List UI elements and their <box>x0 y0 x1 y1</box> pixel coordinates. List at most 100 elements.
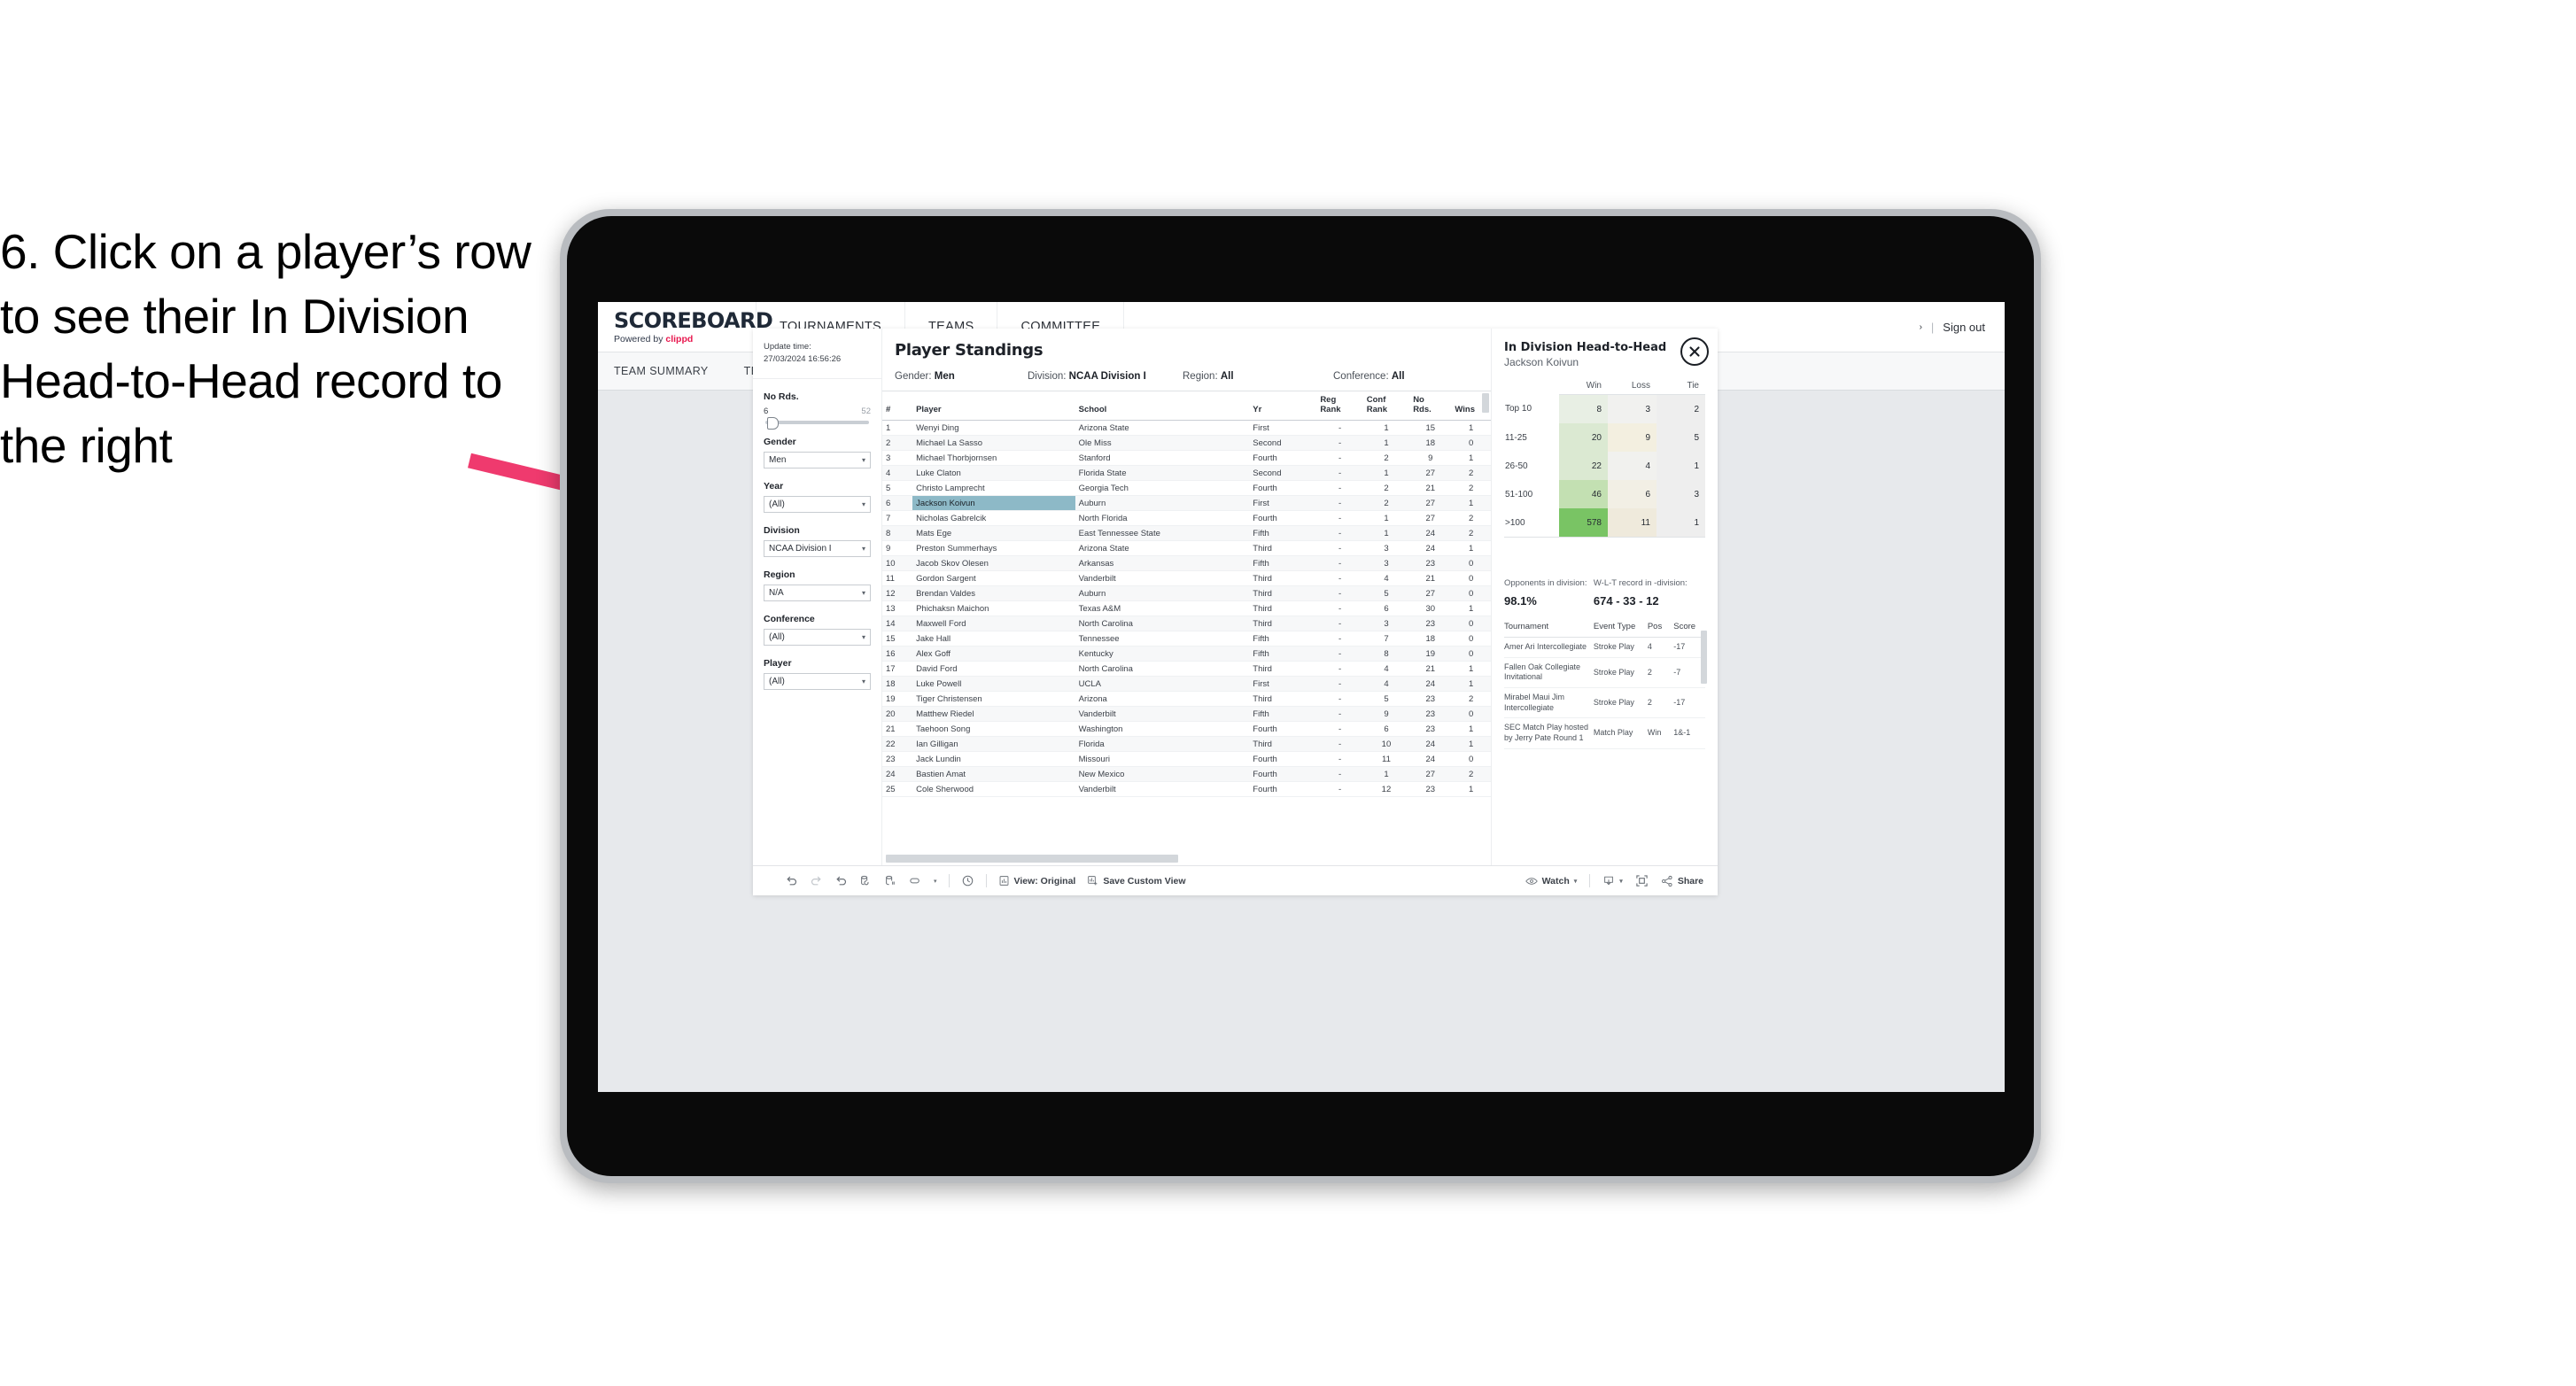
th-school[interactable]: School <box>1075 391 1250 421</box>
cell-school: North Carolina <box>1075 661 1250 677</box>
cell-wins: 0 <box>1451 435 1491 451</box>
table-row[interactable]: 23 Jack Lundin Missouri Fourth -11 24 0 <box>882 751 1491 767</box>
instruction-text: 6. Click on a player’s row to see their … <box>0 224 531 474</box>
conference-select[interactable]: (All) ▾ <box>764 628 871 646</box>
table-row[interactable]: 5 Christo Lamprecht Georgia Tech Fourth -2 21… <box>882 480 1491 496</box>
toolbar-divider <box>1589 874 1591 887</box>
cell-school: Arizona State <box>1075 540 1250 556</box>
h2h-player-name: Jackson Koivun <box>1504 356 1579 368</box>
table-row[interactable]: 25 Cole Sherwood Vanderbilt Fourth -12 23 1 <box>882 781 1491 797</box>
cell-reg: - <box>1316 510 1363 526</box>
cell-player: David Ford <box>912 661 1075 677</box>
download-button[interactable]: ▾ <box>1602 875 1623 887</box>
horizontal-scrollbar[interactable] <box>886 855 1178 863</box>
table-row[interactable]: 24 Bastien Amat New Mexico Fourth -1 27 2 <box>882 766 1491 782</box>
cell-yr: Fourth <box>1249 450 1317 466</box>
save-custom-view-label: Save Custom View <box>1103 875 1186 887</box>
th-reg-rank[interactable]: Reg Rank <box>1316 391 1363 421</box>
table-row[interactable]: 3 Michael Thorbjornsen Stanford Fourth -2 9 1 <box>882 450 1491 466</box>
table-row[interactable]: 19 Tiger Christensen Arizona Third -5 23 2 <box>882 691 1491 707</box>
chevron-right-icon[interactable]: › <box>1920 322 1922 332</box>
cell-num: 1 <box>882 420 913 436</box>
save-custom-view-button[interactable]: Save Custom View <box>1087 875 1186 887</box>
cell-school: East Tennessee State <box>1075 525 1250 541</box>
th-conf-rank[interactable]: Conf Rank <box>1362 391 1410 421</box>
table-row[interactable]: 11 Gordon Sargent Vanderbilt Third -4 21 0 <box>882 570 1491 586</box>
close-icon[interactable] <box>1680 337 1709 366</box>
cell-rds: 23 <box>1409 721 1452 737</box>
cell-num: 25 <box>882 781 913 797</box>
division-select[interactable]: NCAA Division I ▾ <box>764 539 871 557</box>
tournament-row[interactable]: Fallen Oak Collegiate Invitational Stroke… <box>1504 657 1705 689</box>
h2h-band-label: 51-100 <box>1504 480 1559 508</box>
summary-gender-label: Gender: <box>895 371 932 382</box>
table-row[interactable]: 20 Matthew Riedel Vanderbilt Fifth -9 23 0 <box>882 706 1491 722</box>
table-row[interactable]: 2 Michael La Sasso Ole Miss Second -1 18 0 <box>882 435 1491 451</box>
table-row[interactable]: 12 Brendan Valdes Auburn Third -5 27 0 <box>882 585 1491 601</box>
table-row[interactable]: 7 Nicholas Gabrelcik North Florida Fourth -1… <box>882 510 1491 526</box>
table-row[interactable]: 15 Jake Hall Tennessee Fifth -7 18 0 <box>882 631 1491 647</box>
table-row[interactable]: 21 Taehoon Song Washington Fourth -6 23 1 <box>882 721 1491 737</box>
cell-num: 7 <box>882 510 913 526</box>
tournament-row[interactable]: Amer Ari Intercollegiate Stroke Play 4 -17 <box>1504 637 1705 658</box>
redo-icon[interactable] <box>810 874 823 887</box>
cell-wins: 0 <box>1451 585 1491 601</box>
cell-num: 23 <box>882 751 913 767</box>
cell-event-type: Stroke Play <box>1593 687 1648 719</box>
player-select[interactable]: (All) ▾ <box>764 672 871 690</box>
refresh-data-icon[interactable] <box>859 874 873 887</box>
th-number[interactable]: # <box>882 391 913 421</box>
region-select[interactable]: N/A ▾ <box>764 584 871 601</box>
tournament-row[interactable]: SEC Match Play hosted by Jerry Pate Roun… <box>1504 717 1705 749</box>
year-select[interactable]: (All) ▾ <box>764 495 871 513</box>
table-row[interactable]: 6 Jackson Koivun Auburn First -2 27 1 <box>882 495 1491 511</box>
chevron-down-icon[interactable]: ▾ <box>934 878 937 885</box>
table-row[interactable]: 22 Ian Gilligan Florida Third -10 24 1 <box>882 736 1491 752</box>
no-rounds-slider[interactable] <box>765 416 869 430</box>
slider-handle[interactable] <box>767 416 779 430</box>
cell-yr: Second <box>1249 435 1317 451</box>
cell-reg: - <box>1316 736 1363 752</box>
view-original-button[interactable]: View: Original <box>998 875 1075 887</box>
table-row[interactable]: 13 Phichaksn Maichon Texas A&M Third -6 30 1 <box>882 600 1491 616</box>
revert-icon[interactable] <box>834 874 848 887</box>
fullscreen-icon[interactable] <box>1635 874 1649 887</box>
summary-gender: Gender: Men <box>895 371 1028 382</box>
highlight-icon[interactable] <box>909 874 922 887</box>
table-row[interactable]: 18 Luke Powell UCLA First -4 24 1 <box>882 676 1491 692</box>
undo-icon[interactable] <box>785 874 798 887</box>
h2h-row: Top 10 8 3 2 <box>1504 394 1705 423</box>
cell-num: 18 <box>882 676 913 692</box>
year-label: Year <box>764 480 784 492</box>
sign-out-link[interactable]: Sign out <box>1943 321 1985 334</box>
table-row[interactable]: 4 Luke Claton Florida State Second -1 27 2 <box>882 465 1491 481</box>
tournament-row[interactable]: Mirabel Maui Jim Intercollegiate Stroke P… <box>1504 687 1705 719</box>
vertical-scrollbar[interactable] <box>1482 393 1489 413</box>
cell-player: Michael La Sasso <box>912 435 1075 451</box>
tab-team-summary[interactable]: TEAM SUMMARY <box>614 365 728 377</box>
cell-wins: 1 <box>1451 736 1491 752</box>
share-button[interactable]: Share <box>1661 875 1703 887</box>
th-yr[interactable]: Yr <box>1249 391 1317 421</box>
clock-icon[interactable] <box>961 874 974 887</box>
tournament-scrollbar[interactable] <box>1701 631 1707 684</box>
table-row[interactable]: 14 Maxwell Ford North Carolina Third -3 23 0 <box>882 616 1491 631</box>
pause-data-icon[interactable] <box>884 874 897 887</box>
table-row[interactable]: 10 Jacob Skov Olesen Arkansas Fifth -3 23 0 <box>882 555 1491 571</box>
th-player[interactable]: Player <box>912 391 1075 421</box>
cell-wins: 2 <box>1451 480 1491 496</box>
th-no-rds[interactable]: No Rds. <box>1409 391 1452 421</box>
cell-player: Jake Hall <box>912 631 1075 647</box>
table-row[interactable]: 9 Preston Summerhays Arizona State Third -3 2… <box>882 540 1491 556</box>
cell-rds: 27 <box>1409 766 1452 782</box>
cell-yr: Third <box>1249 570 1317 586</box>
table-row[interactable]: 17 David Ford North Carolina Third -4 21 1 <box>882 661 1491 677</box>
gender-select[interactable]: Men ▾ <box>764 451 871 468</box>
watch-button[interactable]: Watch ▾ <box>1525 876 1577 887</box>
no-rounds-max: 52 <box>861 406 871 416</box>
table-row[interactable]: 16 Alex Goff Kentucky Fifth -8 19 0 <box>882 646 1491 662</box>
table-row[interactable]: 1 Wenyi Ding Arizona State First -1 15 1 <box>882 420 1491 436</box>
summary-region: Region: All <box>1183 371 1333 382</box>
table-row[interactable]: 8 Mats Ege East Tennessee State Fifth -1 24 2 <box>882 525 1491 541</box>
h2h-win-cell: 22 <box>1559 452 1608 480</box>
